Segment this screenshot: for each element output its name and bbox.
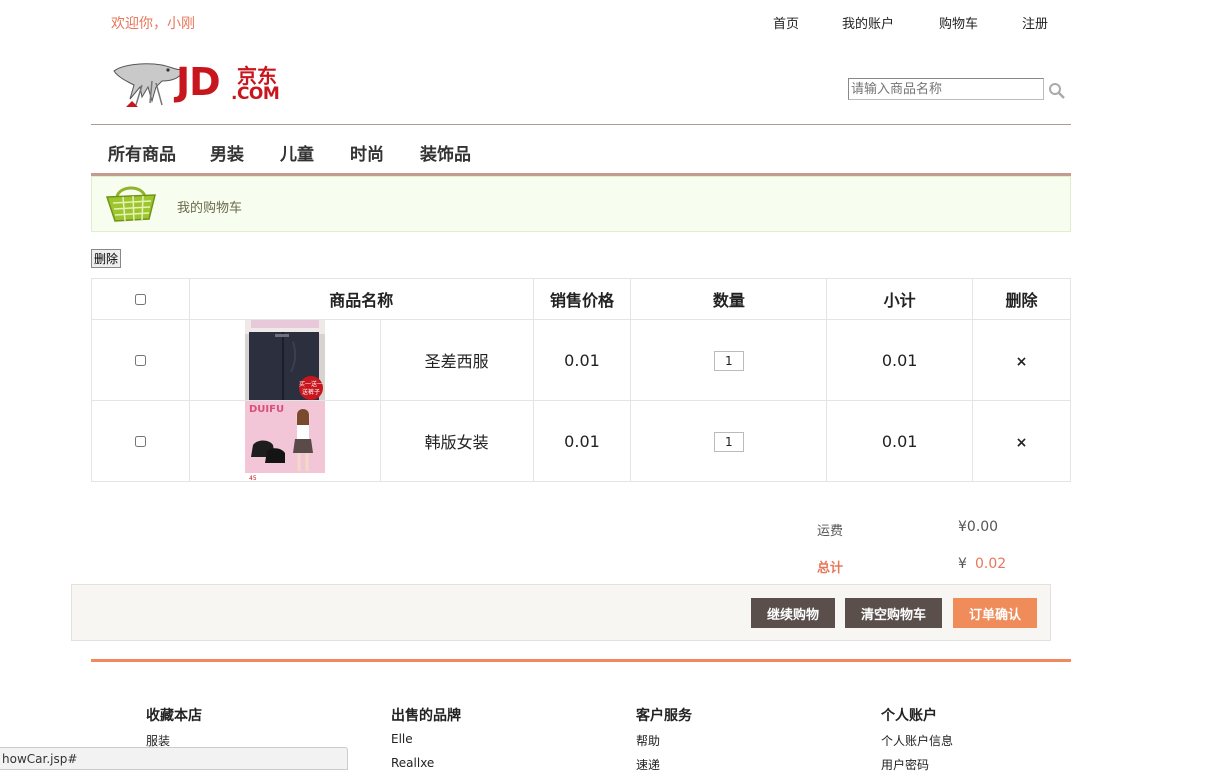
footer-title-brands: 出售的品牌 — [391, 708, 461, 724]
header-price: 销售价格 — [532, 278, 632, 320]
shipping-value: ¥0.00 — [958, 519, 999, 535]
category-all[interactable]: 所有商品 — [108, 140, 176, 165]
row-checkbox[interactable] — [134, 435, 146, 447]
quantity-cell: 1 — [630, 319, 828, 401]
category-kids[interactable]: 儿童 — [280, 140, 314, 165]
search-input[interactable] — [848, 78, 1044, 100]
quantity-input[interactable]: 1 — [713, 350, 744, 371]
table-row: DUIFU 45 韩版女装 0.01 1 0.01 × — [91, 400, 1071, 482]
footer-link-reallxe[interactable]: Reallxe — [391, 756, 434, 770]
header-delete: 删除 — [972, 278, 1071, 320]
footer-divider — [91, 659, 1071, 662]
banner-title: 我的购物车 — [177, 201, 243, 216]
table-header-row: 商品名称 销售价格 数量 小计 删除 — [91, 278, 1071, 320]
cart-table: 商品名称 销售价格 数量 小计 删除 买一送一 送裤子 圣差西服 0.01 1 … — [91, 278, 1071, 482]
header-quantity: 数量 — [630, 278, 828, 320]
footer-title-account: 个人账户 — [881, 708, 937, 724]
total-currency: ¥ — [958, 556, 967, 572]
select-all-cell — [91, 278, 190, 320]
total-value: 0.02 — [975, 556, 1007, 572]
jd-logo[interactable]: JD 京东 .COM — [112, 57, 297, 109]
product-subtotal: 0.01 — [826, 400, 974, 482]
header-product-name: 商品名称 — [188, 278, 534, 320]
shopping-basket-icon — [105, 186, 156, 222]
row-checkbox[interactable] — [134, 354, 146, 366]
delete-selected-button[interactable]: 删除 — [91, 249, 121, 268]
total-label: 总计 — [817, 561, 844, 576]
quantity-cell: 1 — [630, 400, 828, 482]
footer-title-favorites: 收藏本店 — [146, 708, 202, 724]
nav-register-link[interactable]: 注册 — [1022, 13, 1048, 32]
product-thumb-cell: DUIFU 45 — [188, 400, 381, 482]
category-decor[interactable]: 装饰品 — [420, 140, 471, 165]
remove-item-icon[interactable]: × — [1016, 354, 1028, 370]
nav-home-link[interactable]: 首页 — [773, 13, 799, 32]
browser-status-url: howCar.jsp# — [0, 747, 348, 770]
remove-item-icon[interactable]: × — [1016, 435, 1028, 451]
category-men[interactable]: 男装 — [210, 140, 244, 165]
shipping-label: 运费 — [817, 524, 844, 539]
welcome-text: 欢迎你，小刚 — [111, 16, 195, 32]
footer-link-elle[interactable]: Elle — [391, 732, 413, 746]
footer-link-help[interactable]: 帮助 — [636, 732, 660, 749]
confirm-order-button[interactable]: 订单确认 — [953, 598, 1037, 628]
delete-cell: × — [972, 319, 1071, 401]
thumb-price-text: 45 — [249, 475, 257, 481]
footer-link-delivery[interactable]: 速递 — [636, 756, 660, 773]
svg-text:送裤子: 送裤子 — [302, 388, 320, 396]
product-image-womens[interactable]: DUIFU 45 — [244, 401, 325, 481]
delete-cell: × — [972, 400, 1071, 482]
continue-shopping-button[interactable]: 继续购物 — [751, 598, 835, 628]
product-image-suit[interactable]: 买一送一 送裤子 — [244, 320, 325, 400]
clear-cart-button[interactable]: 清空购物车 — [845, 598, 942, 628]
footer-link-account-info[interactable]: 个人账户信息 — [881, 732, 953, 749]
category-fashion[interactable]: 时尚 — [350, 140, 384, 165]
footer-link-password[interactable]: 用户密码 — [881, 756, 929, 773]
product-subtotal: 0.01 — [826, 319, 974, 401]
product-price: 0.01 — [532, 400, 632, 482]
table-row: 买一送一 送裤子 圣差西服 0.01 1 0.01 × — [91, 319, 1071, 401]
logo-com-text: .COM — [231, 84, 280, 104]
footer-title-service: 客户服务 — [636, 708, 692, 724]
product-name[interactable]: 圣差西服 — [379, 319, 534, 401]
logo-jd-text: JD — [176, 60, 221, 104]
nav-cart-link[interactable]: 购物车 — [939, 13, 978, 32]
product-price: 0.01 — [532, 319, 632, 401]
header-divider — [91, 124, 1071, 125]
product-name[interactable]: 韩版女装 — [379, 400, 534, 482]
search-icon[interactable] — [1048, 82, 1066, 100]
quantity-input[interactable]: 1 — [713, 431, 744, 452]
product-thumb-cell: 买一送一 送裤子 — [188, 319, 381, 401]
header-subtotal: 小计 — [826, 278, 974, 320]
thumb-brand-text: DUIFU — [249, 404, 284, 415]
select-all-checkbox[interactable] — [134, 293, 146, 305]
thumb-promo-text: 买一送一 — [299, 380, 323, 388]
nav-my-account-link[interactable]: 我的账户 — [842, 13, 894, 32]
